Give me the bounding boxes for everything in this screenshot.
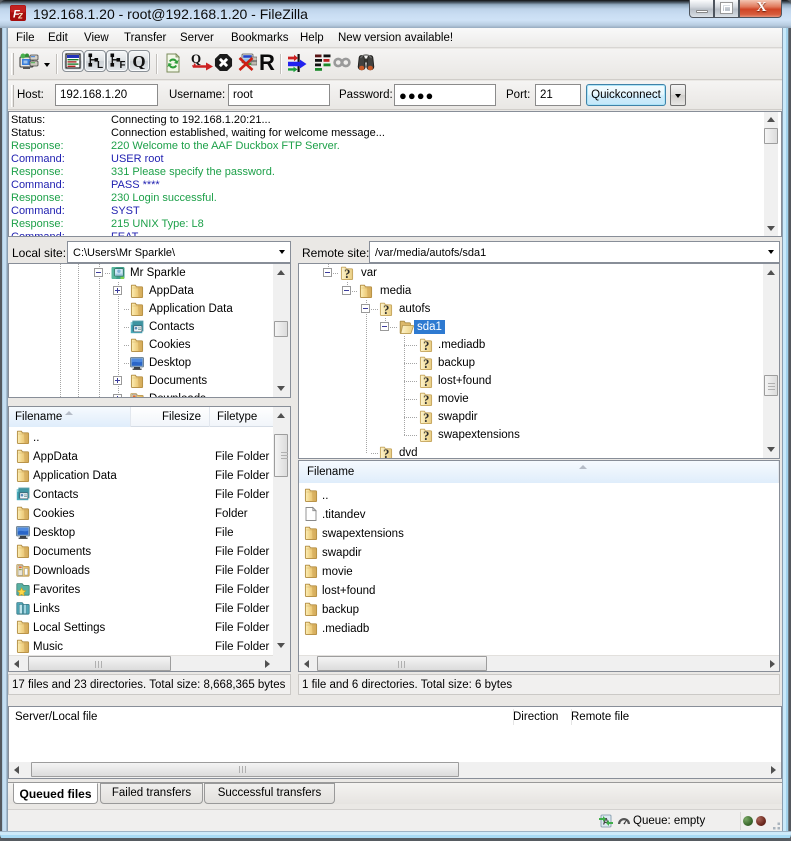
svg-text:L: L	[97, 60, 103, 69]
svg-text:Q: Q	[132, 53, 145, 69]
svg-text:F: F	[120, 60, 126, 69]
svg-text:Q: Q	[191, 51, 201, 66]
svg-text:R: R	[259, 51, 275, 73]
svg-text:z: z	[17, 11, 23, 22]
